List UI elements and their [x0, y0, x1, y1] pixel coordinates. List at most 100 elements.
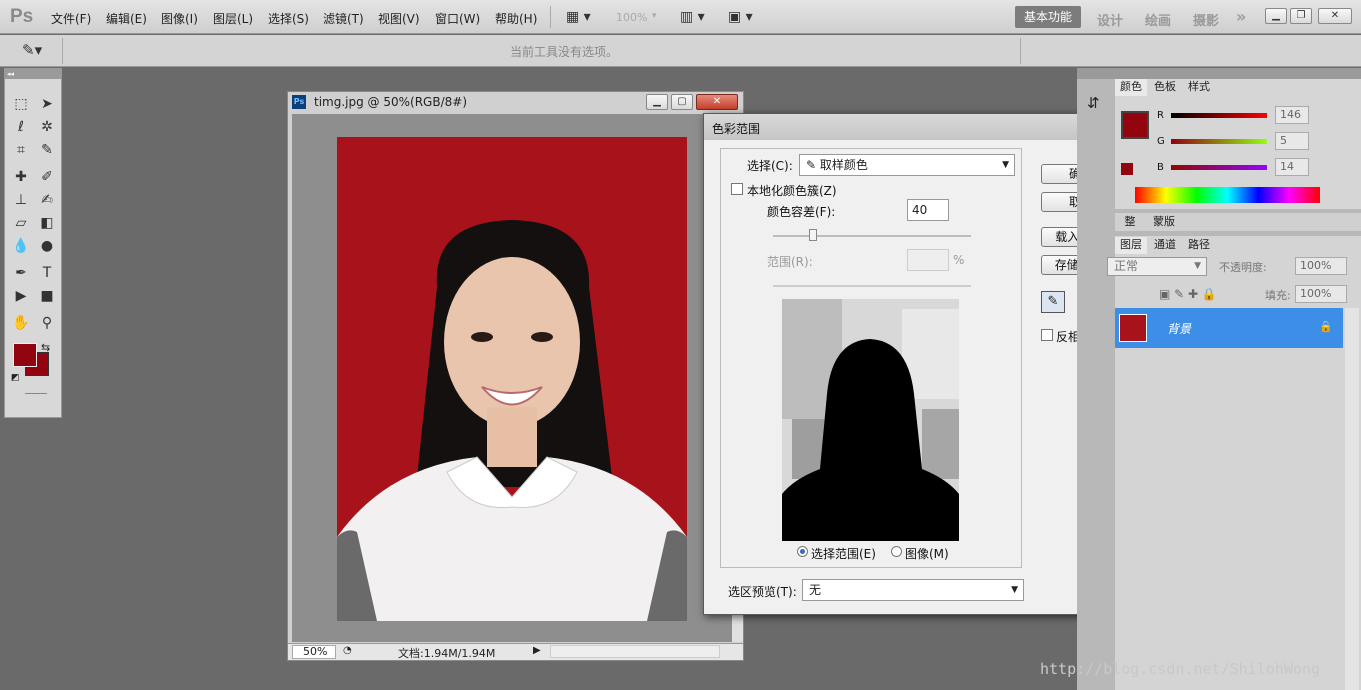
tools-panel: ◂◂ ⬚ ➤ ℓ ✲ ⌗ ✎ ✚ ✐ ⊥ ✍ ▱ ◧ 💧 ● ✒ T ▶ ■ ✋…: [4, 68, 62, 418]
tab-color[interactable]: 颜色: [1115, 79, 1147, 96]
document-canvas[interactable]: [292, 114, 732, 642]
localized-checkbox[interactable]: [731, 183, 743, 195]
menu-select[interactable]: 选择(S): [268, 10, 309, 27]
range-slider-track[interactable]: [773, 285, 971, 287]
history-brush-tool-icon[interactable]: ✍: [36, 190, 58, 210]
doc-maximize-button[interactable]: ▢: [671, 94, 693, 110]
document-window: Ps timg.jpg @ 50%(RGB/8#) ▁ ▢ ✕ 50% ◔ 文档…: [287, 91, 744, 661]
g-slider[interactable]: [1171, 139, 1267, 144]
invert-checkbox[interactable]: [1041, 329, 1053, 341]
selection-preview[interactable]: [782, 299, 959, 541]
r-slider[interactable]: [1171, 113, 1267, 118]
zoom-tool-icon[interactable]: ⚲: [36, 313, 58, 333]
tab-paths[interactable]: 路径: [1183, 237, 1215, 254]
portrait-illustration: [337, 220, 687, 621]
path-selection-tool-icon[interactable]: ▶: [10, 286, 32, 306]
tab-styles[interactable]: 样式: [1183, 79, 1215, 96]
select-value: 取样颜色: [819, 158, 868, 172]
tab-masks[interactable]: 蒙版: [1147, 214, 1181, 231]
layer-row-background[interactable]: 背景 🔒: [1115, 308, 1343, 348]
lasso-tool-icon[interactable]: ℓ: [10, 117, 32, 137]
tab-layers[interactable]: 图层: [1115, 237, 1147, 254]
menu-file[interactable]: 文件(F): [51, 10, 91, 27]
workspace-basic-button[interactable]: 基本功能: [1015, 6, 1081, 28]
tab-adjustments[interactable]: 整: [1115, 214, 1145, 231]
menu-help[interactable]: 帮助(H): [495, 10, 537, 27]
collapse-icon[interactable]: ◂◂: [5, 69, 61, 79]
b-value[interactable]: 14: [1275, 158, 1309, 176]
image-radio[interactable]: [891, 546, 902, 557]
b-slider[interactable]: [1171, 165, 1267, 170]
blend-mode-dropdown[interactable]: 正常 ▼: [1107, 257, 1207, 276]
eyedropper-tool-icon[interactable]: ✎▾: [22, 41, 42, 59]
type-tool-icon[interactable]: T: [36, 263, 58, 283]
preview-dropdown[interactable]: 无 ▼: [802, 579, 1024, 601]
menu-window[interactable]: 窗口(W): [435, 10, 480, 27]
doc-close-button[interactable]: ✕: [696, 94, 738, 110]
workspace-photography-button[interactable]: 摄影: [1193, 10, 1219, 29]
pen-tool-icon[interactable]: ✒: [10, 263, 32, 283]
foreground-color-swatch[interactable]: [1121, 111, 1149, 139]
horizontal-scrollbar[interactable]: [550, 645, 720, 658]
healing-brush-tool-icon[interactable]: ✚: [10, 167, 32, 187]
eyedropper-tool-icon[interactable]: ✎: [36, 140, 58, 160]
hand-tool-icon[interactable]: ✋: [10, 313, 32, 333]
tab-swatches[interactable]: 色板: [1149, 79, 1181, 96]
move-tool-icon[interactable]: ➤: [36, 94, 58, 114]
workspace-design-button[interactable]: 设计: [1097, 10, 1123, 29]
eyedropper-icon: ✎: [806, 158, 820, 172]
color-spectrum[interactable]: [1135, 187, 1320, 203]
dodge-tool-icon[interactable]: ●: [36, 236, 58, 256]
chevron-down-icon[interactable]: ▾: [652, 11, 657, 21]
menu-filter[interactable]: 滤镜(T): [323, 10, 364, 27]
blur-tool-icon[interactable]: 💧: [10, 236, 32, 256]
crop-tool-icon[interactable]: ⌗: [10, 140, 32, 160]
lock-icons[interactable]: ▣ ✎ ✚ 🔒: [1159, 287, 1217, 301]
doc-minimize-button[interactable]: ▁: [646, 94, 668, 110]
clone-stamp-tool-icon[interactable]: ⊥: [10, 190, 32, 210]
r-label: R: [1157, 110, 1164, 121]
status-menu-icon[interactable]: ◔: [343, 645, 352, 656]
menu-layer[interactable]: 图层(L): [213, 10, 253, 27]
minimize-button[interactable]: ▁: [1265, 8, 1287, 24]
arrange-documents-icon[interactable]: ▥ ▾: [680, 9, 705, 25]
menu-bar: Ps 文件(F) 编辑(E) 图像(I) 图层(L) 选择(S) 滤镜(T) 视…: [0, 0, 1361, 34]
tab-channels[interactable]: 通道: [1149, 237, 1181, 254]
r-value[interactable]: 146: [1275, 106, 1309, 124]
eyedropper-icon[interactable]: ✎: [1041, 291, 1065, 313]
menu-view[interactable]: 视图(V): [378, 10, 420, 27]
fill-value[interactable]: 100%: [1295, 285, 1347, 303]
gradient-tool-icon[interactable]: ◧: [36, 213, 58, 233]
selection-radio[interactable]: [797, 546, 808, 557]
marquee-tool-icon[interactable]: ⬚: [10, 94, 32, 114]
zoom-level-field[interactable]: 100%: [616, 11, 647, 24]
select-dropdown[interactable]: ✎ 取样颜色 ▼: [799, 154, 1015, 176]
shape-tool-icon[interactable]: ■: [36, 286, 58, 306]
range-input[interactable]: [907, 249, 949, 271]
fuzziness-input[interactable]: 40: [907, 199, 949, 221]
zoom-field[interactable]: 50%: [292, 645, 336, 659]
menu-image[interactable]: 图像(I): [161, 10, 198, 27]
status-arrow-icon[interactable]: ▶: [533, 645, 541, 656]
magic-wand-tool-icon[interactable]: ✲: [36, 117, 58, 137]
panel-toggle-icon[interactable]: ⇵: [1087, 94, 1100, 112]
g-value[interactable]: 5: [1275, 132, 1309, 150]
close-button[interactable]: ✕: [1318, 8, 1352, 24]
screen-mode-icon[interactable]: ▣ ▾: [728, 9, 753, 25]
options-hint: 当前工具没有选项。: [510, 45, 619, 59]
opacity-value[interactable]: 100%: [1295, 257, 1347, 275]
default-colors-icon[interactable]: ◩: [11, 373, 20, 383]
layers-scrollbar[interactable]: [1345, 308, 1359, 690]
bridge-icon[interactable]: ▦ ▾: [566, 9, 591, 25]
menu-edit[interactable]: 编辑(E): [106, 10, 147, 27]
more-workspaces-icon[interactable]: »: [1236, 7, 1246, 26]
workspace-painting-button[interactable]: 绘画: [1145, 10, 1171, 29]
fuzziness-slider-track[interactable]: [773, 235, 971, 237]
swap-colors-icon[interactable]: ⇆: [41, 341, 50, 354]
foreground-color-swatch[interactable]: [13, 343, 37, 367]
eraser-tool-icon[interactable]: ▱: [10, 213, 32, 233]
restore-button[interactable]: ❐: [1290, 8, 1312, 24]
brush-tool-icon[interactable]: ✐: [36, 167, 58, 187]
dialog-titlebar[interactable]: 色彩范围 x: [704, 114, 1137, 140]
fuzziness-slider-thumb[interactable]: [809, 229, 817, 241]
